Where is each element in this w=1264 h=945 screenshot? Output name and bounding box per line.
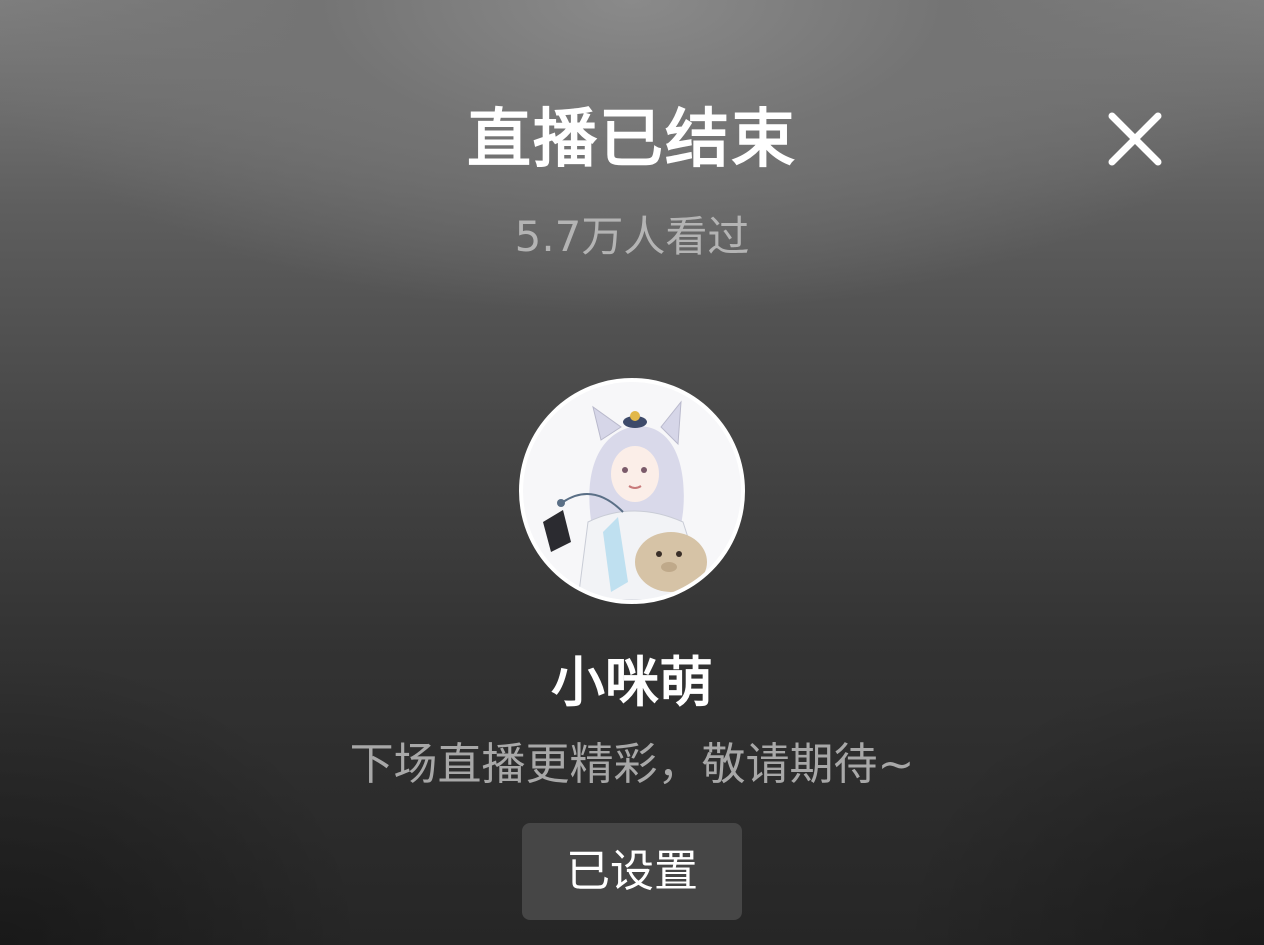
avatar-illustration-icon: [523, 382, 741, 600]
close-button[interactable]: [1100, 104, 1170, 174]
viewer-count: 5.7万人看过: [514, 212, 750, 261]
streamer-name: 小咪萌: [551, 651, 713, 714]
close-icon: [1108, 112, 1162, 166]
reminder-set-button[interactable]: 已设置: [522, 823, 742, 920]
next-stream-message: 下场直播更精彩，敬请期待~: [349, 739, 915, 790]
page-title: 直播已结束: [467, 103, 797, 177]
avatar[interactable]: [519, 378, 745, 604]
